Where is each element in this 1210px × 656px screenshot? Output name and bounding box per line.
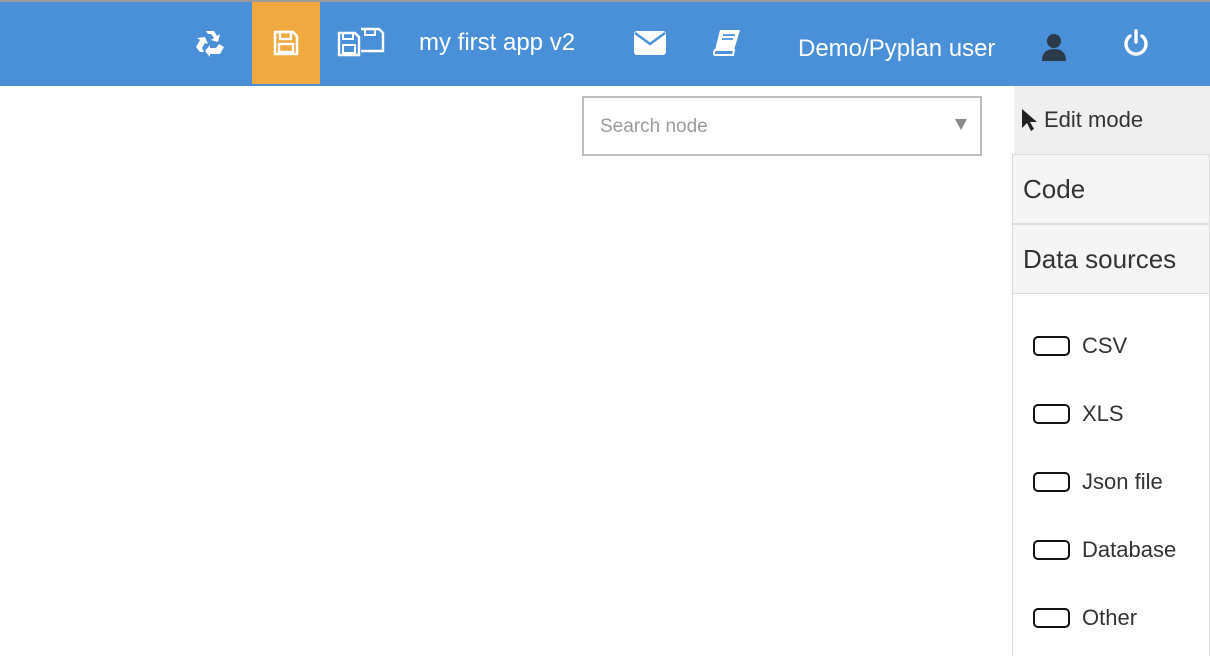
node-shape-icon xyxy=(1033,472,1070,492)
logout-button[interactable] xyxy=(1116,2,1156,84)
side-panel: Edit mode Code Data sources CSV XLS Json… xyxy=(1012,86,1210,656)
user-name[interactable]: Demo/Pyplan user xyxy=(798,8,995,90)
power-icon xyxy=(1124,29,1148,56)
data-source-json[interactable]: Json file xyxy=(1033,467,1163,497)
mail-button[interactable] xyxy=(626,2,674,84)
save-icon xyxy=(273,30,299,56)
edit-mode-button[interactable]: Edit mode xyxy=(1014,86,1210,154)
search-node-select[interactable]: Search node xyxy=(582,96,982,156)
mail-icon xyxy=(634,31,666,55)
data-source-label: Json file xyxy=(1082,469,1163,494)
data-source-label: Other xyxy=(1082,605,1138,630)
edit-mode-label: Edit mode xyxy=(1044,107,1144,132)
data-source-label: Database xyxy=(1082,537,1177,562)
recycle-button[interactable] xyxy=(186,2,234,84)
save-as-button[interactable] xyxy=(334,2,390,84)
data-source-label: CSV xyxy=(1082,333,1128,358)
code-label: Code xyxy=(1023,173,1086,204)
search-placeholder: Search node xyxy=(600,116,708,137)
docs-button[interactable] xyxy=(704,2,750,84)
data-sources-section-toggle[interactable]: Data sources xyxy=(1012,224,1210,294)
recycle-icon xyxy=(196,31,224,57)
data-source-database[interactable]: Database xyxy=(1033,535,1176,565)
user-menu-button[interactable] xyxy=(1035,6,1073,88)
code-section-toggle[interactable]: Code xyxy=(1012,154,1210,224)
node-shape-icon xyxy=(1033,540,1070,560)
book-icon xyxy=(712,30,740,56)
data-source-csv[interactable]: CSV xyxy=(1033,331,1127,361)
cursor-icon xyxy=(1022,109,1037,131)
dropdown-arrow-icon[interactable] xyxy=(955,119,967,130)
app-title: my first app v2 xyxy=(419,29,576,56)
data-source-label: XLS xyxy=(1082,401,1124,426)
data-sources-label: Data sources xyxy=(1023,243,1177,274)
save-as-icon xyxy=(337,27,385,57)
save-button[interactable] xyxy=(252,2,320,84)
node-shape-icon xyxy=(1033,404,1070,424)
node-shape-icon xyxy=(1033,336,1070,356)
data-source-other[interactable]: Other xyxy=(1033,603,1137,633)
node-shape-icon xyxy=(1033,608,1070,628)
user-icon xyxy=(1042,34,1066,61)
data-sources-list: CSV XLS Json file Database Other xyxy=(1012,294,1210,656)
data-source-xls[interactable]: XLS xyxy=(1033,399,1124,429)
top-bar: my first app v2 Demo/Pyplan user xyxy=(0,0,1210,86)
